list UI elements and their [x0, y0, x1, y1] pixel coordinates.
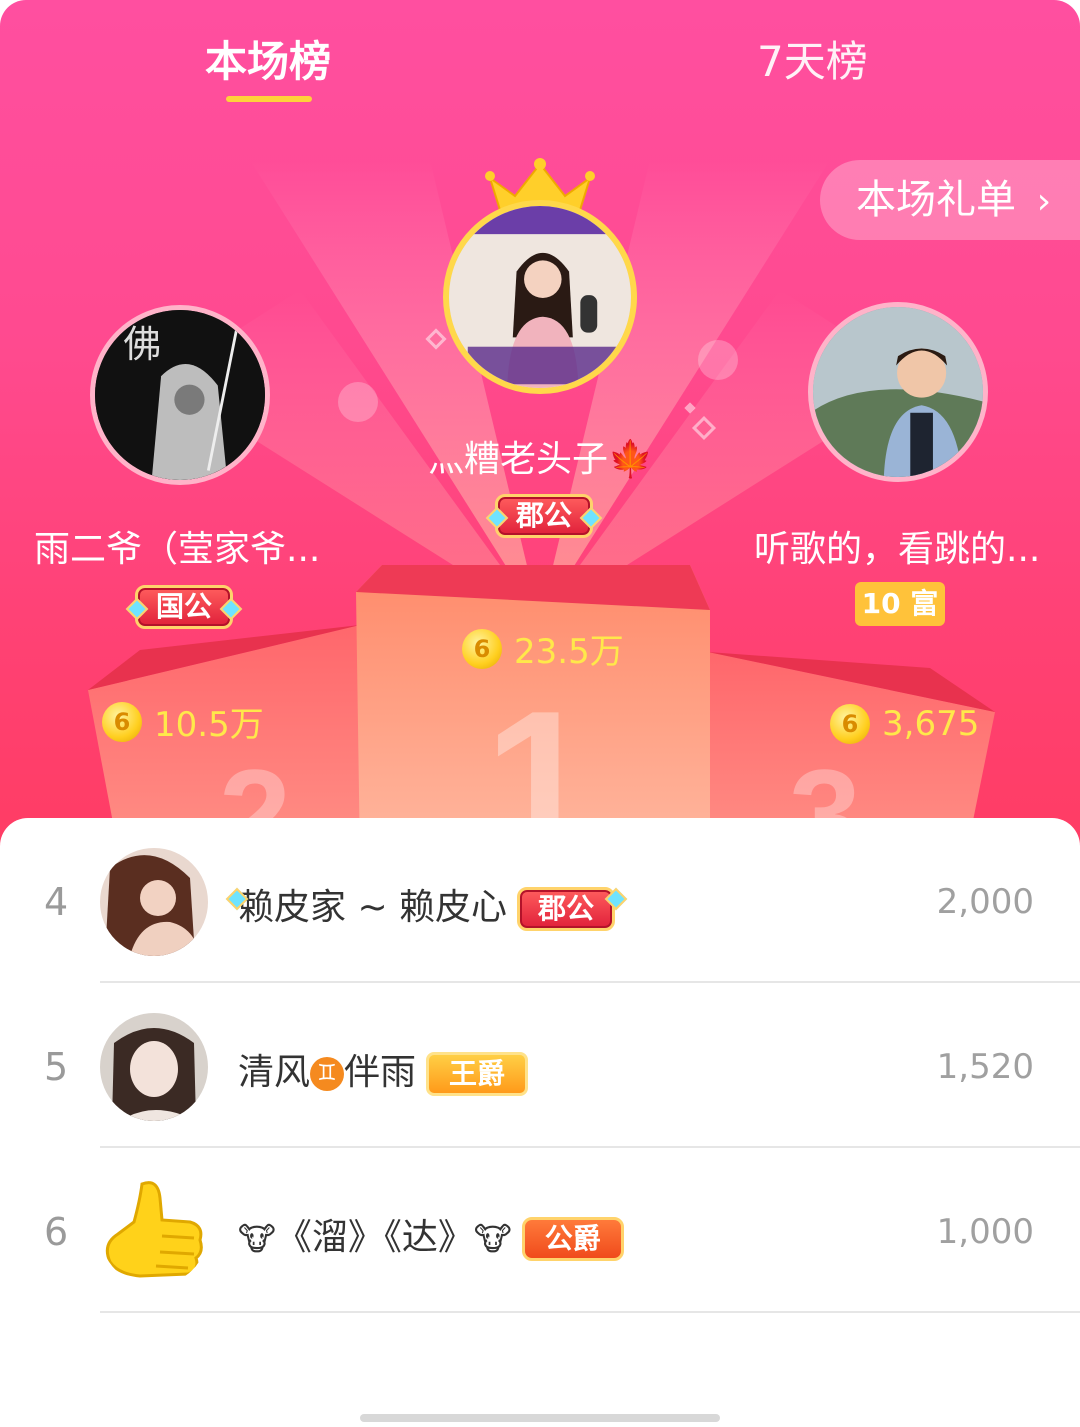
avatar-third-place[interactable] — [808, 302, 988, 482]
chevron-right-icon: › — [1036, 181, 1052, 222]
user-name-text: 《溜》《达》 — [275, 1217, 474, 1258]
rank-number: 4 — [44, 880, 69, 924]
score-value: 2,000 — [936, 882, 1034, 922]
title-badge: 郡公 — [517, 887, 616, 931]
first-place-name: 灬糟老头子🍁 — [428, 439, 653, 480]
user-name-text: 赖皮家 ~ 赖皮心 — [238, 887, 508, 928]
gemini-icon: ♊ — [310, 1057, 345, 1091]
third-place-wealth-badge: 10 富 — [855, 582, 945, 626]
second-place-title-badge: 国公 — [135, 585, 234, 629]
score-value: 1,520 — [936, 1047, 1034, 1087]
cow-icon: 🐮 — [473, 1220, 512, 1258]
title-badge: 王爵 — [426, 1052, 529, 1096]
svg-text:佛: 佛 — [123, 322, 161, 366]
divider — [100, 1311, 1080, 1313]
user-name-part: 伴雨 — [344, 1052, 417, 1093]
tab-seven-day[interactable]: 7天榜 — [757, 28, 868, 89]
avatar[interactable] — [100, 848, 208, 956]
gift-list-label: 本场礼单 — [856, 177, 1016, 223]
avatar-first-place[interactable] — [443, 200, 637, 394]
list-item[interactable]: 6 🐮《溜》《达》🐮 公爵 1,000 — [0, 1148, 1080, 1313]
score-value: 10.5万 — [154, 705, 264, 745]
first-place-score: 6 23.5万 — [462, 624, 624, 673]
user-name: 清风 ♊ 伴雨 王爵 — [238, 1043, 529, 1096]
third-place-name: 听歌的，看跳的... — [754, 529, 1041, 570]
active-tab-indicator — [226, 96, 312, 102]
coin-icon: 6 — [830, 703, 870, 744]
tab-current-session[interactable]: 本场榜 — [205, 28, 331, 89]
avatar-second-place[interactable]: 佛 — [90, 305, 270, 485]
leaderboard-hero: 本场榜 7天榜 本场礼单 › 1 2 3 佛 灬糟老头子🍁 郡公 雨二爷（莹家爷… — [0, 0, 1080, 860]
avatar[interactable] — [100, 1178, 208, 1286]
ranking-list: 4 赖皮家 ~ 赖皮心 郡公 2,000 5 清风 ♊ 伴雨 王爵 1,520 … — [0, 818, 1080, 1427]
score-value: 3,675 — [882, 703, 980, 744]
user-name: 赖皮家 ~ 赖皮心 郡公 — [238, 878, 616, 931]
rank-number: 6 — [44, 1210, 69, 1254]
title-badge: 公爵 — [521, 1217, 624, 1261]
avatar[interactable] — [100, 1013, 208, 1121]
user-name: 🐮《溜》《达》🐮 公爵 — [238, 1208, 624, 1261]
third-place-score: 6 3,675 — [830, 702, 979, 744]
cow-icon: 🐮 — [238, 1220, 276, 1258]
user-name-part: 清风 — [238, 1052, 311, 1093]
coin-icon: 6 — [102, 701, 142, 742]
second-place-name: 雨二爷（莹家爷... — [34, 529, 321, 570]
list-item[interactable]: 5 清风 ♊ 伴雨 王爵 1,520 — [0, 983, 1080, 1148]
coin-icon: 6 — [462, 628, 502, 669]
score-value: 1,000 — [936, 1212, 1034, 1252]
first-place-title-badge: 郡公 — [495, 494, 594, 538]
list-item[interactable]: 4 赖皮家 ~ 赖皮心 郡公 2,000 — [0, 818, 1080, 983]
home-indicator[interactable] — [360, 1414, 720, 1422]
score-value: 23.5万 — [514, 632, 624, 672]
gift-list-button[interactable]: 本场礼单 › — [820, 160, 1080, 240]
second-place-score: 6 10.5万 — [102, 697, 264, 746]
rank-number: 5 — [44, 1045, 69, 1089]
